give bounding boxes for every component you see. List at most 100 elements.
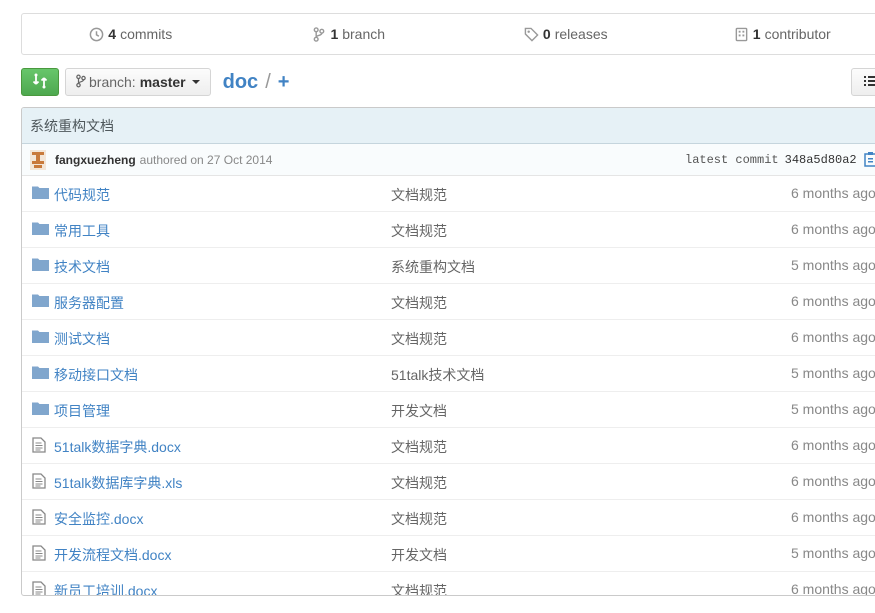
file-age: 5 months ago xyxy=(791,257,875,273)
breadcrumb: doc / + xyxy=(223,71,290,94)
file-commit-message[interactable]: 文档规范 xyxy=(391,185,447,205)
table-row: 项目管理 开发文档 5 months ago xyxy=(22,392,875,428)
clippy-icon[interactable] xyxy=(864,151,875,170)
file-name-link[interactable]: 代码规范 xyxy=(54,185,110,205)
file-name-link[interactable]: 安全监控.docx xyxy=(54,509,143,529)
commit-author[interactable]: fangxuezheng xyxy=(55,153,136,167)
file-commit-message[interactable]: 文档规范 xyxy=(391,581,447,595)
history-icon xyxy=(89,27,104,42)
file-list: 代码规范 文档规范 6 months ago 常用工具 文档规范 6 months ago… xyxy=(22,176,875,596)
table-row: 常用工具 文档规范 6 months ago xyxy=(22,212,875,248)
new-file-link[interactable]: + xyxy=(278,71,290,94)
list-icon xyxy=(864,74,875,90)
file-name-link[interactable]: 项目管理 xyxy=(54,401,110,421)
branches-stat[interactable]: 1 branch xyxy=(240,26,458,42)
repo-root-link[interactable]: doc xyxy=(223,71,259,94)
file-age: 6 months ago xyxy=(791,509,875,525)
file-age: 5 months ago xyxy=(791,365,875,381)
branch-name: master xyxy=(139,74,186,90)
folder-icon xyxy=(32,329,49,345)
branches-label: branch xyxy=(342,26,386,42)
commit-date: authored on 27 Oct 2014 xyxy=(139,152,273,167)
file-name-link[interactable]: 51talk数据库字典.xls xyxy=(54,473,182,493)
avatar[interactable] xyxy=(30,149,46,170)
organization-icon xyxy=(734,27,749,42)
latest-commit-label: latest commit xyxy=(685,153,779,167)
contributors-label: contributor xyxy=(764,26,831,42)
table-row: 开发流程文档.docx 开发文档 5 months ago xyxy=(22,536,875,572)
releases-label: releases xyxy=(554,26,608,42)
commit-message-text: 系统重构文档 xyxy=(30,117,114,134)
folder-icon xyxy=(32,257,49,273)
file-commit-message[interactable]: 文档规范 xyxy=(391,221,447,241)
file-text-icon xyxy=(32,545,49,561)
file-text-icon xyxy=(32,509,49,525)
tag-icon xyxy=(524,27,539,42)
folder-icon xyxy=(32,293,49,309)
git-compare-icon xyxy=(31,73,49,92)
file-age: 6 months ago xyxy=(791,329,875,345)
file-name-link[interactable]: 测试文档 xyxy=(54,329,110,349)
commit-sha[interactable]: 348a5d80a2 xyxy=(785,153,857,167)
file-text-icon xyxy=(32,581,49,595)
folder-icon xyxy=(32,365,49,381)
breadcrumb-separator: / xyxy=(265,70,271,93)
file-age: 6 months ago xyxy=(791,185,875,201)
file-name-link[interactable]: 移动接口文档 xyxy=(54,365,138,385)
table-row: 51talk数据字典.docx 文档规范 6 months ago xyxy=(22,428,875,464)
folder-icon xyxy=(32,185,49,201)
file-text-icon xyxy=(32,473,49,489)
file-name-link[interactable]: 开发流程文档.docx xyxy=(54,545,171,565)
file-name-link[interactable]: 常用工具 xyxy=(54,221,110,241)
commits-stat[interactable]: 4 commits xyxy=(22,26,240,42)
file-age: 6 months ago xyxy=(791,581,875,596)
file-text-icon xyxy=(32,437,49,453)
branch-select-button[interactable]: branch: master xyxy=(65,68,211,96)
repo-stats-bar: 4 commits 1 branch 0 releases 1 contribu… xyxy=(21,13,875,55)
chevron-down-icon xyxy=(191,80,200,84)
file-commit-message[interactable]: 文档规范 xyxy=(391,509,447,529)
table-row: 服务器配置 文档规范 6 months ago xyxy=(22,284,875,320)
contributors-stat[interactable]: 1 contributor xyxy=(675,26,875,42)
file-name-link[interactable]: 新员工培训.docx xyxy=(54,581,157,595)
file-commit-message[interactable]: 文档规范 xyxy=(391,437,447,457)
compare-button[interactable] xyxy=(21,68,59,96)
file-name-link[interactable]: 技术文档 xyxy=(54,257,110,277)
branch-icon xyxy=(311,26,326,42)
file-age: 5 months ago xyxy=(791,401,875,417)
commits-count: 4 xyxy=(108,26,117,42)
file-age: 6 months ago xyxy=(791,293,875,309)
file-table: 系统重构文档 fangxuezheng authored on 27 Oct 2… xyxy=(21,107,875,596)
file-age: 5 months ago xyxy=(791,545,875,561)
table-row: 技术文档 系统重构文档 5 months ago xyxy=(22,248,875,284)
file-age: 6 months ago xyxy=(791,221,875,237)
file-commit-message[interactable]: 51talk技术文档 xyxy=(391,365,484,385)
folder-icon xyxy=(32,401,49,417)
latest-commit: latest commit 348a5d80a2 xyxy=(685,153,857,167)
file-commit-message[interactable]: 开发文档 xyxy=(391,401,447,421)
table-row: 51talk数据库字典.xls 文档规范 6 months ago xyxy=(22,464,875,500)
file-commit-message[interactable]: 文档规范 xyxy=(391,329,447,349)
folder-icon xyxy=(32,221,49,237)
file-name-link[interactable]: 51talk数据字典.docx xyxy=(54,437,181,457)
file-commit-message[interactable]: 文档规范 xyxy=(391,293,447,313)
table-row: 代码规范 文档规范 6 months ago xyxy=(22,176,875,212)
contributors-count: 1 xyxy=(752,26,761,42)
releases-stat[interactable]: 0 releases xyxy=(457,26,675,42)
file-navigation: branch: master doc / + xyxy=(21,68,289,96)
table-row: 安全监控.docx 文档规范 6 months ago xyxy=(22,500,875,536)
file-name-link[interactable]: 服务器配置 xyxy=(54,293,124,313)
table-row: 新员工培训.docx 文档规范 6 months ago xyxy=(22,572,875,596)
file-age: 6 months ago xyxy=(791,473,875,489)
branch-icon xyxy=(76,74,86,91)
file-list-view-button[interactable] xyxy=(851,68,875,96)
table-row: 测试文档 文档规范 6 months ago xyxy=(22,320,875,356)
latest-commit-message[interactable]: 系统重构文档 xyxy=(22,108,875,144)
table-row: 移动接口文档 51talk技术文档 5 months ago xyxy=(22,356,875,392)
file-age: 6 months ago xyxy=(791,437,875,453)
commits-label: commits xyxy=(120,26,173,42)
releases-count: 0 xyxy=(542,26,551,42)
file-commit-message[interactable]: 文档规范 xyxy=(391,473,447,493)
file-commit-message[interactable]: 系统重构文档 xyxy=(391,257,475,277)
file-commit-message[interactable]: 开发文档 xyxy=(391,545,447,565)
